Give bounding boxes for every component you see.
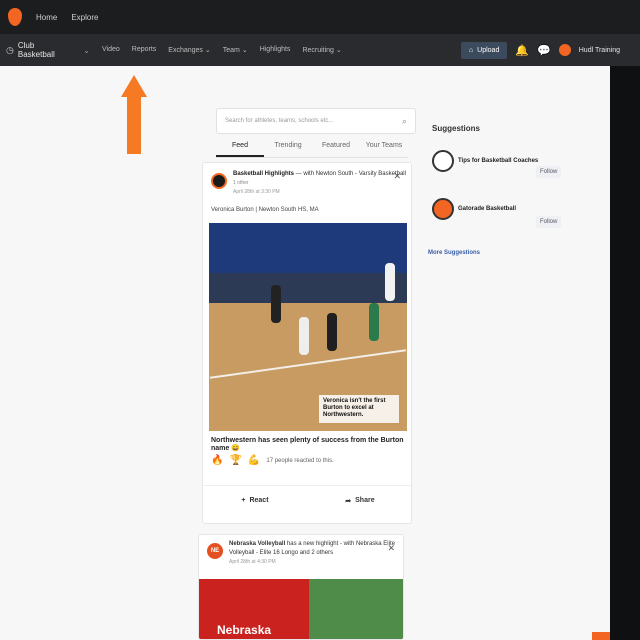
nav-reports[interactable]: Reports [132, 46, 157, 54]
player-figure [385, 263, 395, 301]
chevron-down-icon: ⌄ [83, 45, 90, 55]
reactions-count: 17 people reacted to this. [266, 457, 334, 464]
nav-team-label: Team [222, 47, 240, 54]
close-icon[interactable]: ✕ [393, 171, 401, 182]
basketball-icon[interactable] [432, 150, 454, 172]
nav-exchanges[interactable]: Exchanges ⌄ [168, 46, 210, 54]
post-timestamp: April 28th at 3:30 PM [233, 189, 280, 195]
post-header: Basketball Highlights — with Newton Sout… [211, 171, 406, 201]
upload-button[interactable]: ⌂ Upload [460, 41, 508, 59]
team-name: Club Basketball [17, 41, 55, 59]
suggestion-item: Gatorade Basketball Follow [432, 198, 562, 234]
chat-widget[interactable] [592, 632, 610, 640]
poster-name[interactable]: Nebraska Volleyball [229, 541, 285, 547]
poster-other[interactable]: 1 other [233, 180, 249, 186]
tab-feed[interactable]: Feed [216, 138, 264, 157]
tab-your-teams[interactable]: Your Teams [360, 138, 408, 157]
arrow-up-icon [121, 75, 147, 97]
home-link[interactable]: Home [36, 13, 57, 22]
top-bar: Home Explore [0, 0, 640, 34]
tab-featured[interactable]: Featured [312, 138, 360, 157]
explore-link[interactable]: Explore [71, 13, 98, 22]
suggestion-item: Tips for Basketball Coaches Follow [432, 150, 562, 186]
nav-video[interactable]: Video [102, 46, 120, 54]
react-label: React [249, 497, 269, 504]
nav-highlights[interactable]: Highlights [260, 46, 291, 54]
user-name[interactable]: Hudl Training [579, 47, 620, 54]
player-figure [271, 285, 281, 323]
gatorade-icon[interactable] [432, 198, 454, 220]
poster-line: Nebraska Volleyball has a new highlight … [229, 541, 395, 547]
nav-team[interactable]: Team ⌄ [223, 46, 248, 54]
poster-rest: has a new highlight - with Nebraska Elit… [286, 541, 395, 547]
player-figure [299, 317, 309, 355]
follow-button[interactable]: Follow [536, 216, 562, 228]
video-player[interactable]: Veronica isn't the first Burton to excel… [209, 223, 407, 431]
more-suggestions-link[interactable]: More Suggestions [428, 250, 480, 256]
player-figure [369, 303, 379, 341]
upload-icon: ⌂ [468, 46, 474, 54]
post-text: Northwestern has seen plenty of success … [211, 437, 404, 452]
close-icon[interactable]: ✕ [387, 543, 395, 554]
reactions-summary[interactable]: 🔥 🏆 💪 17 people reacted to this. [211, 455, 334, 466]
nav-recruiting[interactable]: Recruiting ⌄ [302, 46, 341, 54]
arrow-shaft [127, 96, 141, 154]
team-icon: ◷ [6, 44, 14, 55]
fire-icon: 🔥 [211, 455, 224, 466]
poster-avatar[interactable] [211, 173, 227, 189]
nav-exchanges-label: Exchanges [168, 47, 203, 54]
feed-tabs: Feed Trending Featured Your Teams [216, 138, 408, 158]
post-card: Basketball Highlights — with Newton Sout… [202, 162, 413, 524]
screen-edge [610, 66, 640, 640]
share-icon: ➦ [345, 497, 352, 505]
search-placeholder: Search for athletes, teams, schools etc.… [225, 118, 334, 124]
user-avatar[interactable] [558, 44, 571, 56]
suggestions-title: Suggestions [432, 124, 481, 133]
nebraska-banner: Nebraska [211, 621, 278, 639]
search-input[interactable]: Search for athletes, teams, schools etc.… [216, 108, 416, 134]
suggestion-name[interactable]: Gatorade Basketball [458, 206, 516, 212]
react-button[interactable]: + React [241, 497, 268, 504]
poster-name[interactable]: Basketball Highlights [233, 171, 294, 177]
messages-icon[interactable]: 💬 [537, 44, 551, 57]
video-thumbnail-court [309, 579, 403, 639]
hudl-logo[interactable] [8, 8, 22, 26]
trophy-icon: 🏆 [229, 455, 242, 466]
follow-button[interactable]: Follow [536, 166, 562, 178]
nebraska-logo[interactable]: NE [207, 543, 223, 559]
player-figure [327, 313, 337, 351]
nav-recruiting-label: Recruiting [302, 47, 334, 54]
suggestion-name[interactable]: Tips for Basketball Coaches [458, 158, 538, 164]
team-selector[interactable]: ◷ Club Basketball ⌄ [6, 41, 90, 59]
post-timestamp: April 28th at 4:30 PM [229, 559, 276, 565]
upload-label: Upload [477, 46, 500, 54]
notifications-bell-icon[interactable]: 🔔 [515, 44, 529, 57]
post-caption: Veronica Burton | Newton South HS, MA [211, 207, 319, 213]
search-icon: ⌕ [401, 115, 407, 126]
tab-trending[interactable]: Trending [264, 138, 312, 157]
poster-with[interactable]: with Newton South - Varsity Basketball [303, 171, 406, 177]
poster-line: Basketball Highlights — with Newton Sout… [233, 171, 406, 177]
share-button[interactable]: ➦ Share [345, 497, 374, 505]
post-card: NE Nebraska Volleyball has a new highlig… [198, 534, 404, 640]
video-overlay-text: Veronica isn't the first Burton to excel… [319, 395, 399, 423]
plus-icon: + [241, 497, 246, 504]
gym-bleachers [209, 273, 407, 303]
post-actions: + React ➦ Share [203, 485, 413, 515]
poster-line-2: Volleyball - Elite 16 Longo and 2 others [229, 550, 334, 556]
muscle-icon: 💪 [247, 455, 261, 466]
nav-bar: ◷ Club Basketball ⌄ Video Reports Exchan… [0, 34, 640, 66]
share-label: Share [355, 497, 375, 504]
